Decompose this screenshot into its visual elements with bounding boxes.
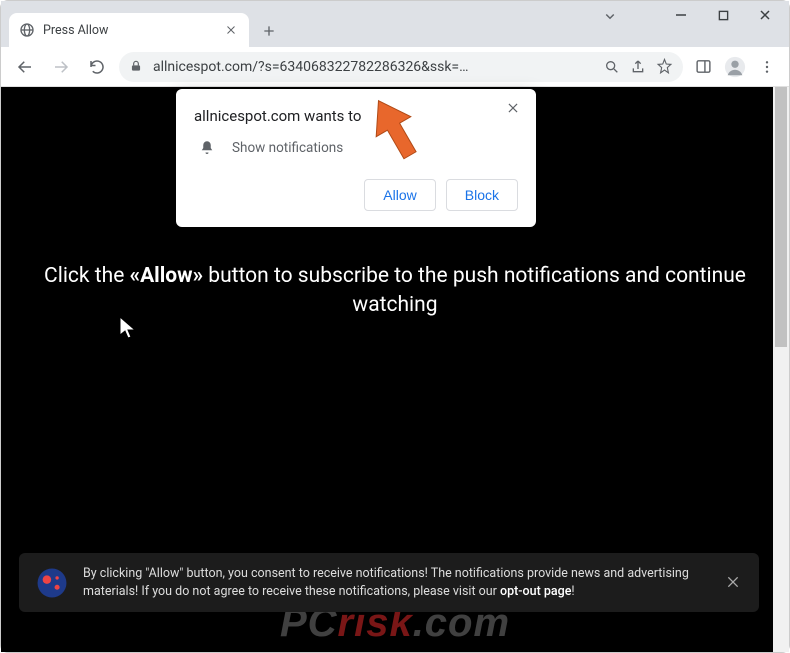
dialog-permission-label: Show notifications [232,140,343,156]
back-button[interactable] [11,53,39,81]
main-text-pre: Click the [44,264,130,288]
browser-titlebar: Press Allow [1,1,789,47]
globe-icon [19,22,35,38]
browser-toolbar: allnicespot.com/?s=634068322782286326&ss… [1,47,789,87]
maximize-button[interactable] [703,1,743,29]
dialog-host-text: allnicespot.com wants to [194,107,518,125]
dialog-buttons: Allow Block [194,179,518,211]
bell-icon [198,139,216,157]
allow-button[interactable]: Allow [364,179,435,211]
search-icon[interactable] [603,58,621,76]
main-text-post: button to subscribe to the push notifica… [203,264,746,317]
url-text: allnicespot.com/?s=634068322782286326&ss… [153,59,595,75]
consent-banner: By clicking "Allow" button, you consent … [19,553,759,612]
scrollbar[interactable] [773,87,789,652]
minimize-button[interactable] [661,1,701,29]
opt-out-link[interactable]: opt-out page [500,584,571,599]
reload-button[interactable] [83,53,111,81]
banner-line2-pre: materials! If you do not agree to receiv… [83,584,500,599]
forward-button[interactable] [47,53,75,81]
banner-status-icon [35,566,69,600]
banner-line1: By clicking "Allow" button, you consent … [83,566,689,581]
profile-avatar[interactable] [723,55,747,79]
close-window-button[interactable] [745,1,785,29]
banner-close-icon[interactable] [725,574,743,592]
banner-line2-post: ! [571,584,574,599]
lock-icon [129,59,145,75]
share-icon[interactable] [629,58,647,76]
main-instruction-text: Click the «Allow» button to subscribe to… [31,262,759,321]
tab-search-icon[interactable] [601,7,619,25]
banner-text: By clicking "Allow" button, you consent … [83,565,711,600]
side-panel-icon[interactable] [691,55,715,79]
bookmark-star-icon[interactable] [655,58,673,76]
dialog-permission-row: Show notifications [194,139,518,157]
tab-title: Press Allow [43,23,215,38]
menu-dots-icon[interactable] [755,55,779,79]
dialog-close-icon[interactable] [506,101,524,119]
window-controls [661,1,785,29]
browser-tab[interactable]: Press Allow [9,13,249,47]
main-text-bold: «Allow» [130,264,204,288]
new-tab-button[interactable] [255,17,283,45]
scrollbar-thumb[interactable] [775,87,787,347]
block-button[interactable]: Block [446,179,518,211]
address-bar[interactable]: allnicespot.com/?s=634068322782286326&ss… [119,52,683,82]
tab-close-icon[interactable] [223,22,239,38]
notification-permission-dialog: allnicespot.com wants to Show notificati… [176,89,536,227]
